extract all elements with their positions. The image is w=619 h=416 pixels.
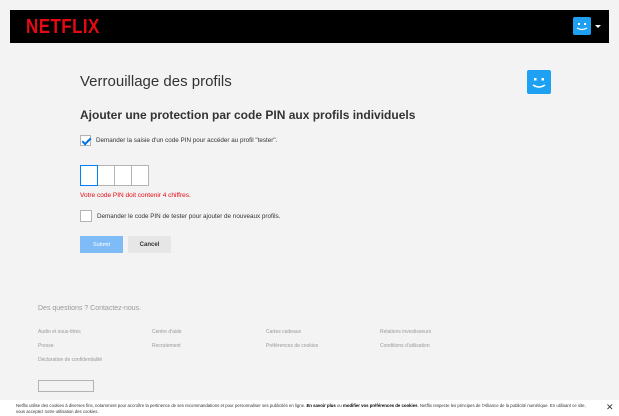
cookie-banner: Netflix utilise des cookies à diverses f…	[0, 400, 619, 416]
footer-link-help[interactable]: Centre d'aide	[152, 329, 266, 335]
form-actions: Submit Cancel	[80, 236, 171, 253]
require-pin-checkbox[interactable]	[80, 135, 91, 146]
modify-prefs-link[interactable]: modifier vos préférences de cookies	[343, 403, 418, 408]
require-pin-row: Demander la saisie d'un code PIN pour ac…	[80, 135, 277, 146]
new-profiles-row: Demander le code PIN de tester pour ajou…	[80, 210, 280, 222]
header: NETFLIX	[10, 10, 609, 43]
pin-digit-3[interactable]	[114, 165, 132, 186]
netflix-logo[interactable]: NETFLIX	[26, 16, 100, 38]
avatar[interactable]	[573, 17, 591, 35]
pin-error-message: Votre code PIN doit contenir 4 chiffres.	[80, 192, 191, 199]
learn-more-link[interactable]: En savoir plus	[306, 403, 335, 408]
page-title: Verrouillage des profils	[80, 73, 232, 90]
pin-digit-4[interactable]	[131, 165, 149, 186]
new-profiles-label: Demander le code PIN de tester pour ajou…	[97, 212, 281, 220]
smiley-icon	[532, 78, 546, 88]
caret-down-icon[interactable]	[595, 24, 601, 28]
profile-menu[interactable]	[573, 17, 601, 35]
footer-links: Audio et sous-titres Centre d'aide Carte…	[38, 329, 494, 363]
cookie-text-start: Netflix utilise des cookies à diverses f…	[16, 403, 306, 408]
section-subtitle: Ajouter une protection par code PIN aux …	[80, 108, 416, 122]
footer-link-privacy[interactable]: Déclaration de confidentialité	[38, 357, 152, 363]
language-selector[interactable]	[38, 380, 94, 392]
cookie-text-or: ou	[337, 403, 342, 408]
footer-link-press[interactable]: Presse	[38, 343, 152, 349]
page: NETFLIX Verrouillage des profils Ajouter…	[10, 10, 609, 416]
contact-link[interactable]: Des questions ? Contactez-nous.	[38, 305, 141, 312]
pin-input-group	[80, 165, 149, 186]
footer-link-investors[interactable]: Relations investisseurs	[380, 329, 494, 335]
profile-avatar	[527, 70, 551, 94]
footer-link-jobs[interactable]: Recrutement	[152, 343, 266, 349]
smiley-icon	[576, 23, 588, 31]
footer: Des questions ? Contactez-nous. Audio et…	[10, 293, 609, 416]
close-icon[interactable]: ✕	[606, 403, 614, 412]
footer-link-cookie-prefs[interactable]: Préférences de cookies	[266, 343, 380, 349]
footer-link-audio[interactable]: Audio et sous-titres	[38, 329, 152, 335]
submit-button[interactable]: Submit	[80, 236, 123, 253]
footer-link-terms[interactable]: Conditions d'utilisation	[380, 343, 494, 349]
pin-digit-2[interactable]	[97, 165, 115, 186]
main-content: Verrouillage des profils Ajouter une pro…	[10, 43, 609, 293]
footer-link-gift-cards[interactable]: Cartes cadeaux	[266, 329, 380, 335]
pin-digit-1[interactable]	[80, 165, 98, 186]
new-profiles-checkbox[interactable]	[80, 210, 92, 222]
cookie-text: Netflix utilise des cookies à diverses f…	[16, 403, 596, 414]
cancel-button[interactable]: Cancel	[128, 236, 171, 253]
require-pin-label: Demander la saisie d'un code PIN pour ac…	[96, 137, 278, 144]
